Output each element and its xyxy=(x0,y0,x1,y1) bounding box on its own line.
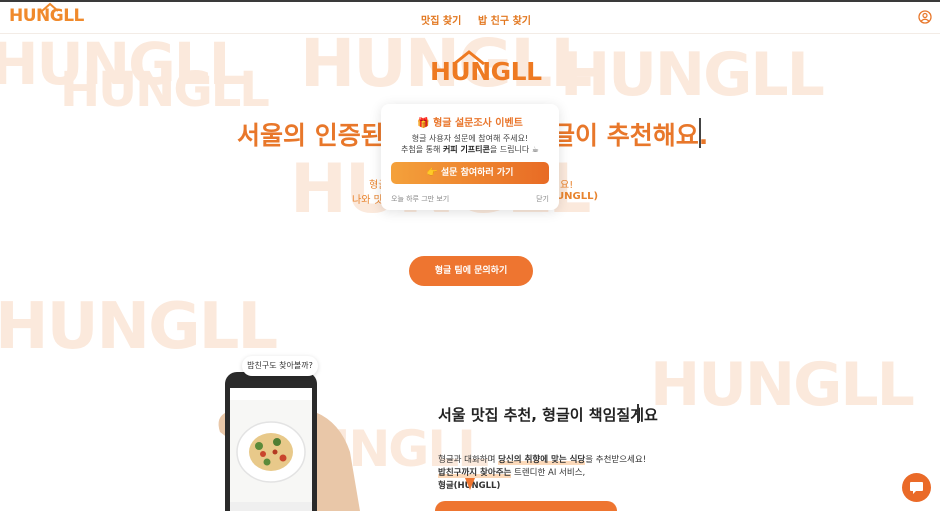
contact-team-button[interactable]: 형글 팀에 문의하기 xyxy=(409,256,533,286)
nav-link-find-meal-buddy[interactable]: 밥 친구 찾기 xyxy=(478,12,531,27)
section2-button[interactable] xyxy=(435,501,617,511)
watermark-text: HUNGLL xyxy=(650,350,915,420)
gift-icon: 🎁 xyxy=(417,118,430,129)
phone-illustration xyxy=(218,372,360,511)
watermark-text: HUNGLL xyxy=(60,62,270,118)
line1-highlight: 당신의 취향에 맞는 식당 xyxy=(498,455,586,465)
section2-line2: 밥친구까지 찾아주는 트렌디한 AI 서비스, xyxy=(438,466,585,478)
chat-bubble-icon xyxy=(910,482,923,494)
line2-post: 트렌디한 AI 서비스, xyxy=(511,468,586,478)
chat-button[interactable] xyxy=(902,473,931,502)
survey-popup: 🎁 형글 설문조사 이벤트 형글 사용자 설문에 참여해 주세요! 추첨을 통해… xyxy=(381,104,559,210)
nav-link-find-restaurants[interactable]: 맛집 찾기 xyxy=(421,12,461,27)
hero-logo: HUNGLL xyxy=(430,50,542,86)
survey-button[interactable]: 👉 설문 참여하러 가기 xyxy=(391,162,549,184)
hero-sub-line2-right: UNGLL) xyxy=(556,191,599,202)
watermark-text: HUNGLL xyxy=(0,290,278,364)
popup-line1: 형글 사용자 설문에 참여해 주세요! xyxy=(411,134,529,143)
popup-line2-bold: 커피 기프티콘 xyxy=(442,145,490,154)
close-popup-link[interactable]: 닫기 xyxy=(536,194,549,204)
dismiss-today-link[interactable]: 오늘 하루 그만 보기 xyxy=(391,194,449,204)
hero-title-right: 글이 추천해요. xyxy=(552,121,709,150)
popup-line2: 추첨을 통해 커피 기프티콘을 드립니다 ☕ xyxy=(381,144,559,155)
popup-title-text: 형글 설문조사 이벤트 xyxy=(433,118,523,129)
speech-bubble: 밥친구도 찾아볼까? xyxy=(242,356,318,376)
section2-line1: 형글과 대화하며 당신의 취향에 맞는 식당을 추천받으세요! xyxy=(438,453,646,465)
line1-pre: 형글과 대화하며 xyxy=(438,455,499,465)
popup-line2-post: 을 드립니다 ☕ xyxy=(489,145,539,154)
line1-post: 을 추천받으세요! xyxy=(585,455,647,465)
popup-title: 🎁 형글 설문조사 이벤트 xyxy=(381,114,559,129)
pin-marker-icon xyxy=(465,478,475,490)
typing-cursor xyxy=(699,118,701,148)
roof-icon xyxy=(41,2,59,12)
pasta xyxy=(249,433,293,471)
user-circle-icon[interactable] xyxy=(918,10,932,24)
popup-line2-pre: 추첨을 통해 xyxy=(401,145,443,154)
roof-icon xyxy=(453,50,485,65)
navbar: HUNGLL 맛집 찾기 밥 친구 찾기 xyxy=(0,2,940,34)
section2-title: 서울 맛집 추천, 형글이 책임질게요 xyxy=(438,406,658,424)
nav-logo[interactable]: HUNGLL xyxy=(9,2,84,26)
hero-sub-line1-right: 요! xyxy=(560,180,574,191)
typing-cursor xyxy=(637,404,639,423)
hero-title-left: 서울의 인증된 xyxy=(237,121,384,150)
watermark-text: HUNGLL xyxy=(560,40,825,110)
line2-highlight: 밥친구까지 찾아주는 xyxy=(438,468,512,478)
